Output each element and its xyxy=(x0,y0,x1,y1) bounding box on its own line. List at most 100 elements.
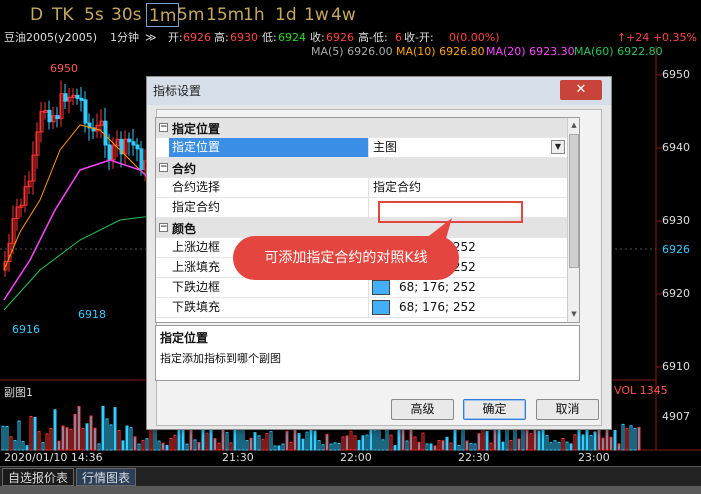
tf-30s[interactable]: 30s xyxy=(111,3,142,27)
volume-bar xyxy=(605,428,609,451)
volume-bar xyxy=(609,436,613,451)
scroll-thumb[interactable] xyxy=(569,134,579,268)
volume-bar xyxy=(109,424,113,451)
property-row-down-border[interactable]: 下跌边框 68; 176; 252 xyxy=(156,278,567,298)
volume-bar xyxy=(573,434,577,451)
volume-bar xyxy=(557,441,561,451)
color-value[interactable]: 68; 176; 252 xyxy=(369,298,567,317)
volume-bar xyxy=(337,443,341,451)
scroll-down-icon[interactable]: ▼ xyxy=(569,308,579,321)
color-swatch xyxy=(372,300,390,315)
tab-chart[interactable]: 行情图表 xyxy=(76,468,137,486)
volume-bar xyxy=(69,428,73,451)
volume-bar xyxy=(269,430,273,451)
volume-bar xyxy=(465,440,469,451)
sub-chart-label: 副图1 xyxy=(4,386,33,399)
advanced-button[interactable]: 高级 xyxy=(391,399,454,420)
volume-bar xyxy=(545,435,549,451)
position-select[interactable]: 主图 ▼ xyxy=(369,138,567,157)
timeframe-toolbar: D TK 5s 30s 1m 5m 15m 1h 1d 1w 4w xyxy=(0,0,701,30)
tf-5m[interactable]: 5m xyxy=(177,3,204,27)
volume-bar xyxy=(565,441,569,451)
ma60-label: MA(60) 6922.80 xyxy=(574,45,663,58)
volume-bar xyxy=(469,442,473,451)
color-swatch xyxy=(372,280,390,295)
volume-bar xyxy=(637,426,641,451)
collapse-icon[interactable]: − xyxy=(159,123,168,132)
ok-button[interactable]: 确定 xyxy=(463,399,526,420)
tf-1m[interactable]: 1m xyxy=(146,3,180,27)
tf-15m[interactable]: 15m xyxy=(206,3,244,27)
price-tick: 6940 xyxy=(662,141,690,154)
volume-bar xyxy=(441,440,445,451)
volume-bar xyxy=(345,435,349,451)
category-contract[interactable]: − 合约 xyxy=(156,158,567,178)
property-name: 指定位置 xyxy=(169,138,369,157)
category-position[interactable]: − 指定位置 xyxy=(156,118,567,138)
quote-bar: 豆油2005(y2005) 1分钟 ≫ 开: 6926 高: 6930 低: 6… xyxy=(0,30,701,46)
volume-bar xyxy=(173,434,177,451)
instrument-name[interactable]: 豆油2005(y2005) xyxy=(4,30,97,46)
tf-TK[interactable]: TK xyxy=(52,3,74,27)
range-value: 6 xyxy=(395,31,402,44)
volume-bar xyxy=(117,429,121,451)
volume-bar xyxy=(357,439,361,451)
volume-bar xyxy=(329,443,333,451)
volume-bar xyxy=(165,444,169,451)
volume-bar xyxy=(553,440,557,451)
volume-bar xyxy=(1,425,5,451)
cancel-button[interactable]: 取消 xyxy=(536,399,599,420)
volume-bar xyxy=(185,443,189,451)
collapse-icon[interactable]: − xyxy=(159,163,168,172)
volume-bar xyxy=(97,443,101,451)
ma10-label: MA(10) 6926.80 xyxy=(396,45,485,58)
color-value[interactable]: 68; 176; 252 xyxy=(369,278,567,297)
volume-bar xyxy=(57,440,61,451)
ma20-label: MA(20) 6923.30 xyxy=(486,45,575,58)
volume-bar xyxy=(277,445,281,451)
callout-bubble: 可添加指定合约的对照K线 xyxy=(233,236,459,280)
property-row-contract-select[interactable]: 合约选择 指定合约 xyxy=(156,178,567,198)
candle-body xyxy=(135,144,140,150)
candle-body xyxy=(83,99,88,124)
volume-bar xyxy=(325,433,329,451)
ma-legend: MA(5) 6926.00 MA(10) 6926.80 MA(20) 6923… xyxy=(0,45,663,59)
volume-bar xyxy=(301,438,305,451)
volume-bar xyxy=(305,431,309,451)
volume-bar xyxy=(29,415,33,451)
volume-bar xyxy=(313,430,317,451)
tab-watchlist[interactable]: 自选报价表 xyxy=(2,468,75,486)
price-tick: 6920 xyxy=(662,287,690,300)
tf-5s[interactable]: 5s xyxy=(84,3,104,27)
day-change: ↑+24 +0.35% xyxy=(616,31,697,44)
volume-bar xyxy=(89,415,93,451)
volume-label: VOL 1345 xyxy=(614,384,668,397)
volume-bar xyxy=(229,442,233,451)
volume-bar xyxy=(397,430,401,451)
tf-1w[interactable]: 1w xyxy=(304,3,329,27)
volume-bar xyxy=(265,432,269,451)
chevron-down-icon[interactable]: ≫ xyxy=(145,30,157,46)
time-tick: 22:30 xyxy=(458,451,490,464)
change-value: 0(0.00%) xyxy=(449,31,500,44)
property-value[interactable]: 指定合约 xyxy=(369,178,567,197)
tf-4w[interactable]: 4w xyxy=(331,3,356,27)
volume-bar xyxy=(485,430,489,451)
volume-bar xyxy=(217,442,221,451)
scroll-up-icon[interactable]: ▲ xyxy=(569,119,579,132)
tf-1h[interactable]: 1h xyxy=(243,3,265,27)
collapse-icon[interactable]: − xyxy=(159,223,168,232)
volume-bar xyxy=(61,425,65,451)
tf-D[interactable]: D xyxy=(30,3,43,27)
high-label: 高: xyxy=(214,31,229,44)
dropdown-arrow-icon[interactable]: ▼ xyxy=(551,140,565,154)
dialog-title-bar[interactable]: 指标设置 ✕ xyxy=(147,77,611,105)
property-row-down-fill[interactable]: 下跌填充 68; 176; 252 xyxy=(156,298,567,318)
volume-bar xyxy=(333,442,337,451)
property-row-position[interactable]: 指定位置 主图 ▼ xyxy=(156,138,567,158)
close-icon[interactable]: ✕ xyxy=(560,80,602,100)
range-label: 高-低: xyxy=(358,31,388,44)
vertical-scrollbar[interactable]: ▲ ▼ xyxy=(567,118,579,322)
candle-body xyxy=(139,148,144,171)
tf-1d[interactable]: 1d xyxy=(275,3,297,27)
